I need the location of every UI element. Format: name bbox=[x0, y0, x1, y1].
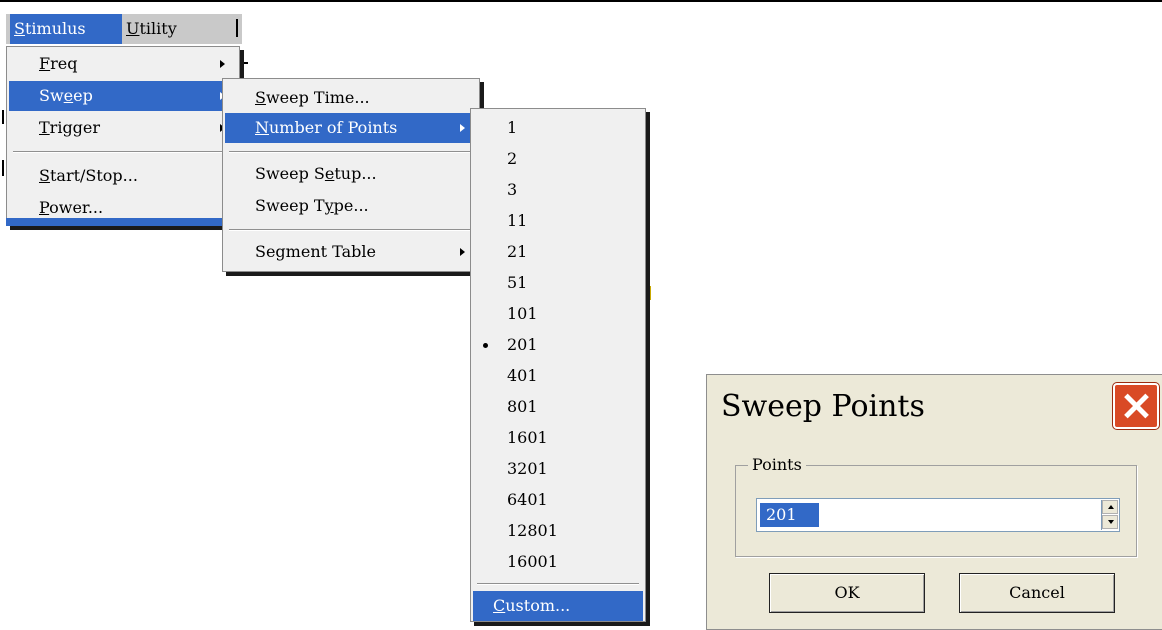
menu-item-number-of-points[interactable]: Number of Points bbox=[225, 113, 477, 143]
checked-bullet-icon bbox=[483, 343, 488, 348]
menu-utility[interactable]: Utility bbox=[122, 14, 238, 44]
points-group-label: Points bbox=[748, 454, 806, 476]
ok-button[interactable]: OK bbox=[769, 573, 925, 613]
menu-item-custom[interactable]: Custom... bbox=[473, 591, 643, 621]
menu-separator bbox=[229, 151, 473, 153]
points-spin-field[interactable]: 201 bbox=[756, 498, 1120, 532]
menu-item-sweep[interactable]: Sweep bbox=[9, 81, 237, 111]
points-option-201[interactable]: 201 bbox=[473, 330, 643, 360]
close-icon[interactable] bbox=[1113, 383, 1159, 429]
points-value[interactable]: 201 bbox=[760, 503, 819, 527]
menu-item-freq[interactable]: Freq bbox=[9, 49, 237, 79]
menu-item-trigger[interactable]: Trigger bbox=[9, 113, 237, 143]
menu-utility-accel: U bbox=[126, 19, 140, 38]
menu-item-sweep-type[interactable]: Sweep Type... bbox=[225, 191, 477, 221]
dialog-title: Sweep Points bbox=[721, 389, 925, 424]
points-option-12801[interactable]: 12801 bbox=[473, 516, 643, 546]
menu-stimulus[interactable]: Stimulus bbox=[10, 14, 122, 44]
submenu-arrow-icon bbox=[220, 60, 225, 68]
points-group: Points 201 bbox=[735, 454, 1137, 557]
background-fragment bbox=[2, 160, 4, 176]
points-option-1[interactable]: 1 bbox=[473, 113, 643, 143]
points-option-401[interactable]: 401 bbox=[473, 361, 643, 391]
menu-bar: Stimulus Utility bbox=[6, 14, 242, 44]
points-option-1601[interactable]: 1601 bbox=[473, 423, 643, 453]
menu-bar-next-item-fragment bbox=[236, 19, 238, 37]
menu-stimulus-accel: S bbox=[14, 19, 25, 38]
menu-separator bbox=[477, 583, 639, 585]
menu-item-start-stop[interactable]: Start/Stop... bbox=[9, 161, 237, 191]
top-border-line bbox=[0, 0, 1162, 2]
points-option-6401[interactable]: 6401 bbox=[473, 485, 643, 515]
menu-item-segment-table[interactable]: Segment Table bbox=[225, 237, 477, 267]
cancel-button[interactable]: Cancel bbox=[959, 573, 1115, 613]
menu-item-sweep-time[interactable]: Sweep Time... bbox=[225, 83, 477, 113]
points-option-16001[interactable]: 16001 bbox=[473, 547, 643, 577]
spin-down-icon[interactable] bbox=[1102, 515, 1118, 529]
points-option-101[interactable]: 101 bbox=[473, 299, 643, 329]
points-option-21[interactable]: 21 bbox=[473, 237, 643, 267]
background-window-edge bbox=[6, 218, 222, 226]
spin-up-icon[interactable] bbox=[1102, 500, 1118, 514]
points-option-11[interactable]: 11 bbox=[473, 206, 643, 236]
points-option-3201[interactable]: 3201 bbox=[473, 454, 643, 484]
dialog-title-bar: Sweep Points bbox=[707, 375, 1162, 445]
points-option-801[interactable]: 801 bbox=[473, 392, 643, 422]
points-option-51[interactable]: 51 bbox=[473, 268, 643, 298]
stimulus-menu: Freq Sweep Trigger Start/Stop... Power..… bbox=[6, 46, 240, 226]
menu-item-sweep-setup[interactable]: Sweep Setup... bbox=[225, 159, 477, 189]
background-fragment bbox=[646, 286, 651, 300]
sweep-points-dialog: Sweep Points Points 201 OK Cancel bbox=[706, 374, 1162, 630]
points-option-2[interactable]: 2 bbox=[473, 144, 643, 174]
number-of-points-submenu: 1 2 3 11 21 51 101 201 401 801 1601 3201… bbox=[470, 108, 646, 622]
submenu-arrow-icon bbox=[460, 124, 465, 132]
spinner bbox=[1101, 500, 1118, 530]
points-option-3[interactable]: 3 bbox=[473, 175, 643, 205]
background-fragment bbox=[2, 110, 4, 124]
sweep-submenu: Sweep Time... Number of Points Sweep Set… bbox=[222, 78, 480, 272]
menu-separator bbox=[13, 151, 233, 153]
submenu-arrow-icon bbox=[460, 248, 465, 256]
menu-separator bbox=[229, 229, 473, 231]
